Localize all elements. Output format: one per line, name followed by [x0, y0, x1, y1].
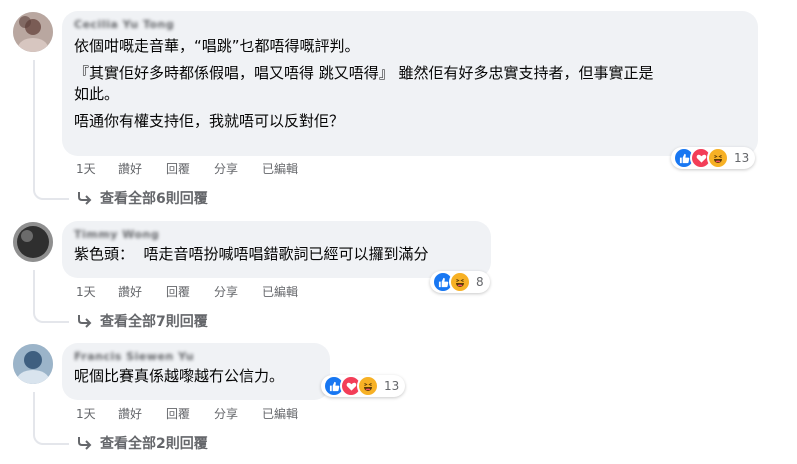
thread-line	[33, 270, 69, 323]
reaction-summary[interactable]: 13	[671, 147, 756, 169]
comment-author[interactable]: Timmy Wong	[74, 228, 479, 242]
comment-text: 『其實佢好多時都係假唱，唱又唔得 跳又唔得』 雖然佢有好多忠實支持者，但事實正是…	[74, 64, 654, 103]
comment-text: 唔通你有權支持佢，我就唔可以反對佢？	[74, 112, 345, 130]
view-replies-button[interactable]: 查看全部6則回覆	[76, 188, 208, 208]
reaction-count: 8	[476, 275, 484, 289]
reply-button[interactable]: 回覆	[166, 160, 214, 177]
reply-button[interactable]: 回覆	[166, 405, 214, 422]
comment-text: 依個咁嘅走音華，“唱跳”乜都唔得嘅評判。	[74, 37, 360, 55]
comment-bubble: Timmy Wong 紫色頭： 唔走音唔扮喊唔唱錯歌詞已經可以攞到滿分	[62, 221, 491, 278]
reaction-count: 13	[734, 151, 750, 165]
comment-actions: 1天 讚好 回覆 分享 已編輯	[76, 159, 298, 177]
avatar[interactable]	[13, 222, 53, 262]
share-button[interactable]: 分享	[214, 160, 262, 177]
share-button[interactable]: 分享	[214, 283, 262, 300]
reaction-summary[interactable]: 13	[321, 375, 406, 397]
avatar[interactable]	[13, 12, 53, 52]
comment-text: 紫色頭： 唔走音唔扮喊唔唱錯歌詞已經可以攞到滿分	[74, 245, 429, 263]
reply-button[interactable]: 回覆	[166, 283, 214, 300]
reply-arrow-icon	[78, 437, 92, 450]
haha-reaction-icon	[449, 271, 471, 293]
share-button[interactable]: 分享	[214, 405, 262, 422]
comment-time[interactable]: 1天	[76, 405, 118, 422]
comment-author[interactable]: Cecilia Yu Tong	[74, 18, 746, 32]
haha-reaction-icon	[357, 375, 379, 397]
comment-bubble: Francis Siewen Yu 呢個比賽真係越嚟越冇公信力。	[62, 343, 330, 400]
reply-arrow-icon	[78, 192, 92, 205]
edited-label[interactable]: 已編輯	[262, 283, 298, 300]
comment-actions: 1天 讚好 回覆 分享 已編輯	[76, 282, 298, 300]
comment-time[interactable]: 1天	[76, 283, 118, 300]
comment-actions: 1天 讚好 回覆 分享 已編輯	[76, 404, 298, 422]
view-replies-label: 查看全部2則回覆	[100, 436, 208, 452]
view-replies-button[interactable]: 查看全部7則回覆	[76, 311, 208, 331]
comment-author[interactable]: Francis Siewen Yu	[74, 350, 318, 364]
avatar[interactable]	[13, 344, 53, 384]
like-button[interactable]: 讚好	[118, 160, 166, 177]
comment-time[interactable]: 1天	[76, 160, 118, 177]
reaction-summary[interactable]: 8	[430, 271, 490, 293]
avatar-image	[13, 12, 53, 52]
edited-label[interactable]: 已編輯	[262, 405, 298, 422]
view-replies-label: 查看全部6則回覆	[100, 191, 208, 207]
thread-line	[33, 60, 69, 200]
edited-label[interactable]: 已編輯	[262, 160, 298, 177]
comment-bubble: Cecilia Yu Tong 依個咁嘅走音華，“唱跳”乜都唔得嘅評判。 『其實…	[62, 11, 758, 156]
avatar-image	[13, 344, 53, 384]
reaction-count: 13	[384, 379, 400, 393]
like-button[interactable]: 讚好	[118, 405, 166, 422]
haha-reaction-icon	[707, 147, 729, 169]
avatar-image	[13, 222, 53, 262]
thread-line	[33, 392, 69, 445]
comment-text: 呢個比賽真係越嚟越冇公信力。	[74, 367, 285, 385]
view-replies-label: 查看全部7則回覆	[100, 314, 208, 330]
reply-arrow-icon	[78, 315, 92, 328]
view-replies-button[interactable]: 查看全部2則回覆	[76, 433, 208, 453]
like-button[interactable]: 讚好	[118, 283, 166, 300]
